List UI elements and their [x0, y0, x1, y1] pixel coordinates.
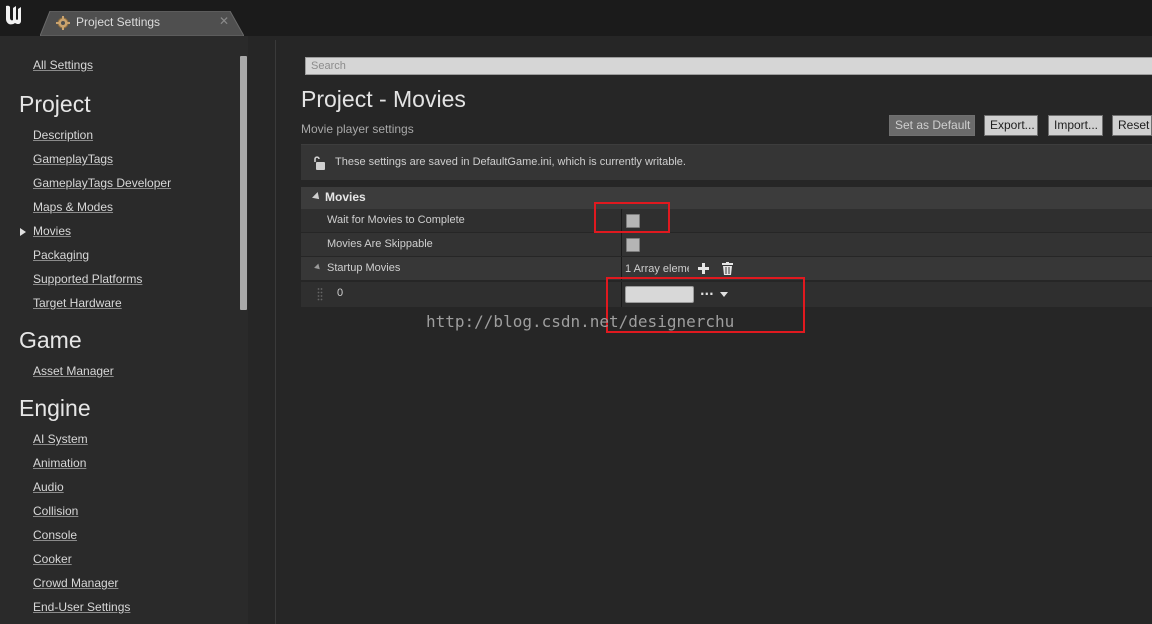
- selected-arrow-icon: [20, 228, 26, 236]
- search-input[interactable]: Search: [305, 57, 1152, 75]
- sidebar-section-game: Game: [19, 327, 82, 353]
- unlocked-icon: [314, 156, 325, 170]
- sidebar-section-engine: Engine: [19, 395, 91, 421]
- export-button[interactable]: Export...: [984, 115, 1038, 136]
- title-bar: Project Settings ✕: [0, 0, 1152, 36]
- page-subtitle: Movie player settings: [301, 122, 414, 136]
- sidebar-item-gameplaytags-developer[interactable]: GameplayTags Developer: [33, 176, 171, 190]
- sidebar-item-console[interactable]: Console: [33, 528, 77, 542]
- sidebar-item-asset-manager[interactable]: Asset Manager: [33, 364, 114, 378]
- column-splitter[interactable]: [621, 233, 622, 256]
- property-label-wait: Wait for Movies to Complete: [327, 214, 465, 226]
- array-count: 1 Array elements: [625, 263, 689, 275]
- sidebar-item-supported-platforms[interactable]: Supported Platforms: [33, 272, 142, 286]
- category-label: Movies: [325, 190, 366, 204]
- sidebar-item-packaging[interactable]: Packaging: [33, 248, 89, 262]
- drag-handle-icon[interactable]: [317, 287, 323, 301]
- close-icon[interactable]: ✕: [219, 14, 229, 28]
- page-title: Project - Movies: [301, 86, 466, 112]
- unreal-logo-icon: [6, 5, 21, 25]
- highlight-box-wait-checkbox: [594, 202, 670, 233]
- notice-text: These settings are saved in DefaultGame.…: [335, 156, 686, 168]
- sidebar-scrollbar[interactable]: [240, 56, 247, 310]
- element-index: 0: [337, 287, 344, 299]
- sidebar-item-audio[interactable]: Audio: [33, 480, 64, 494]
- property-row-wait-for-movies: Wait for Movies to Complete: [301, 209, 1152, 233]
- sidebar-item-collision[interactable]: Collision: [33, 504, 78, 518]
- collapse-arrow-icon[interactable]: [312, 192, 322, 202]
- import-button[interactable]: Import...: [1048, 115, 1103, 136]
- settings-gear-icon: [56, 16, 70, 30]
- sidebar-item-end-user-settings[interactable]: End-User Settings: [33, 600, 130, 614]
- sidebar-item-description[interactable]: Description: [33, 128, 93, 142]
- set-as-default-button[interactable]: Set as Default: [889, 115, 975, 136]
- delete-all-icon[interactable]: [722, 262, 733, 275]
- property-row-skippable: Movies Are Skippable: [301, 233, 1152, 257]
- sidebar-item-target-hardware[interactable]: Target Hardware: [33, 296, 122, 310]
- config-notice-banner: These settings are saved in DefaultGame.…: [301, 144, 1152, 180]
- sidebar-item-crowd-manager[interactable]: Crowd Manager: [33, 576, 118, 590]
- sidebar-item-all-settings[interactable]: All Settings: [33, 58, 93, 72]
- watermark-text: http://blog.csdn.net/designerchu: [426, 312, 735, 331]
- sidebar-item-gameplaytags[interactable]: GameplayTags: [33, 152, 113, 166]
- category-movies[interactable]: Movies: [301, 187, 1152, 209]
- tab-project-settings[interactable]: Project Settings ✕: [40, 11, 244, 36]
- sidebar-section-project: Project: [19, 91, 91, 117]
- sidebar-item-ai-system[interactable]: AI System: [33, 432, 88, 446]
- sidebar-item-animation[interactable]: Animation: [33, 456, 86, 470]
- movies-skippable-checkbox[interactable]: [626, 238, 640, 252]
- tab-title: Project Settings: [76, 15, 161, 29]
- property-label-startup: Startup Movies: [327, 262, 401, 274]
- settings-sidebar: All Settings Project Description Gamepla…: [0, 36, 248, 624]
- add-element-icon[interactable]: [698, 263, 709, 274]
- sidebar-item-maps-modes[interactable]: Maps & Modes: [33, 200, 113, 214]
- expand-arrow-icon[interactable]: [314, 263, 322, 272]
- sidebar-item-movies[interactable]: Movies: [33, 224, 71, 238]
- property-label-skippable: Movies Are Skippable: [327, 238, 433, 250]
- reset-to-defaults-button[interactable]: Reset to Defaults: [1112, 115, 1152, 136]
- sidebar-item-cooker[interactable]: Cooker: [33, 552, 72, 566]
